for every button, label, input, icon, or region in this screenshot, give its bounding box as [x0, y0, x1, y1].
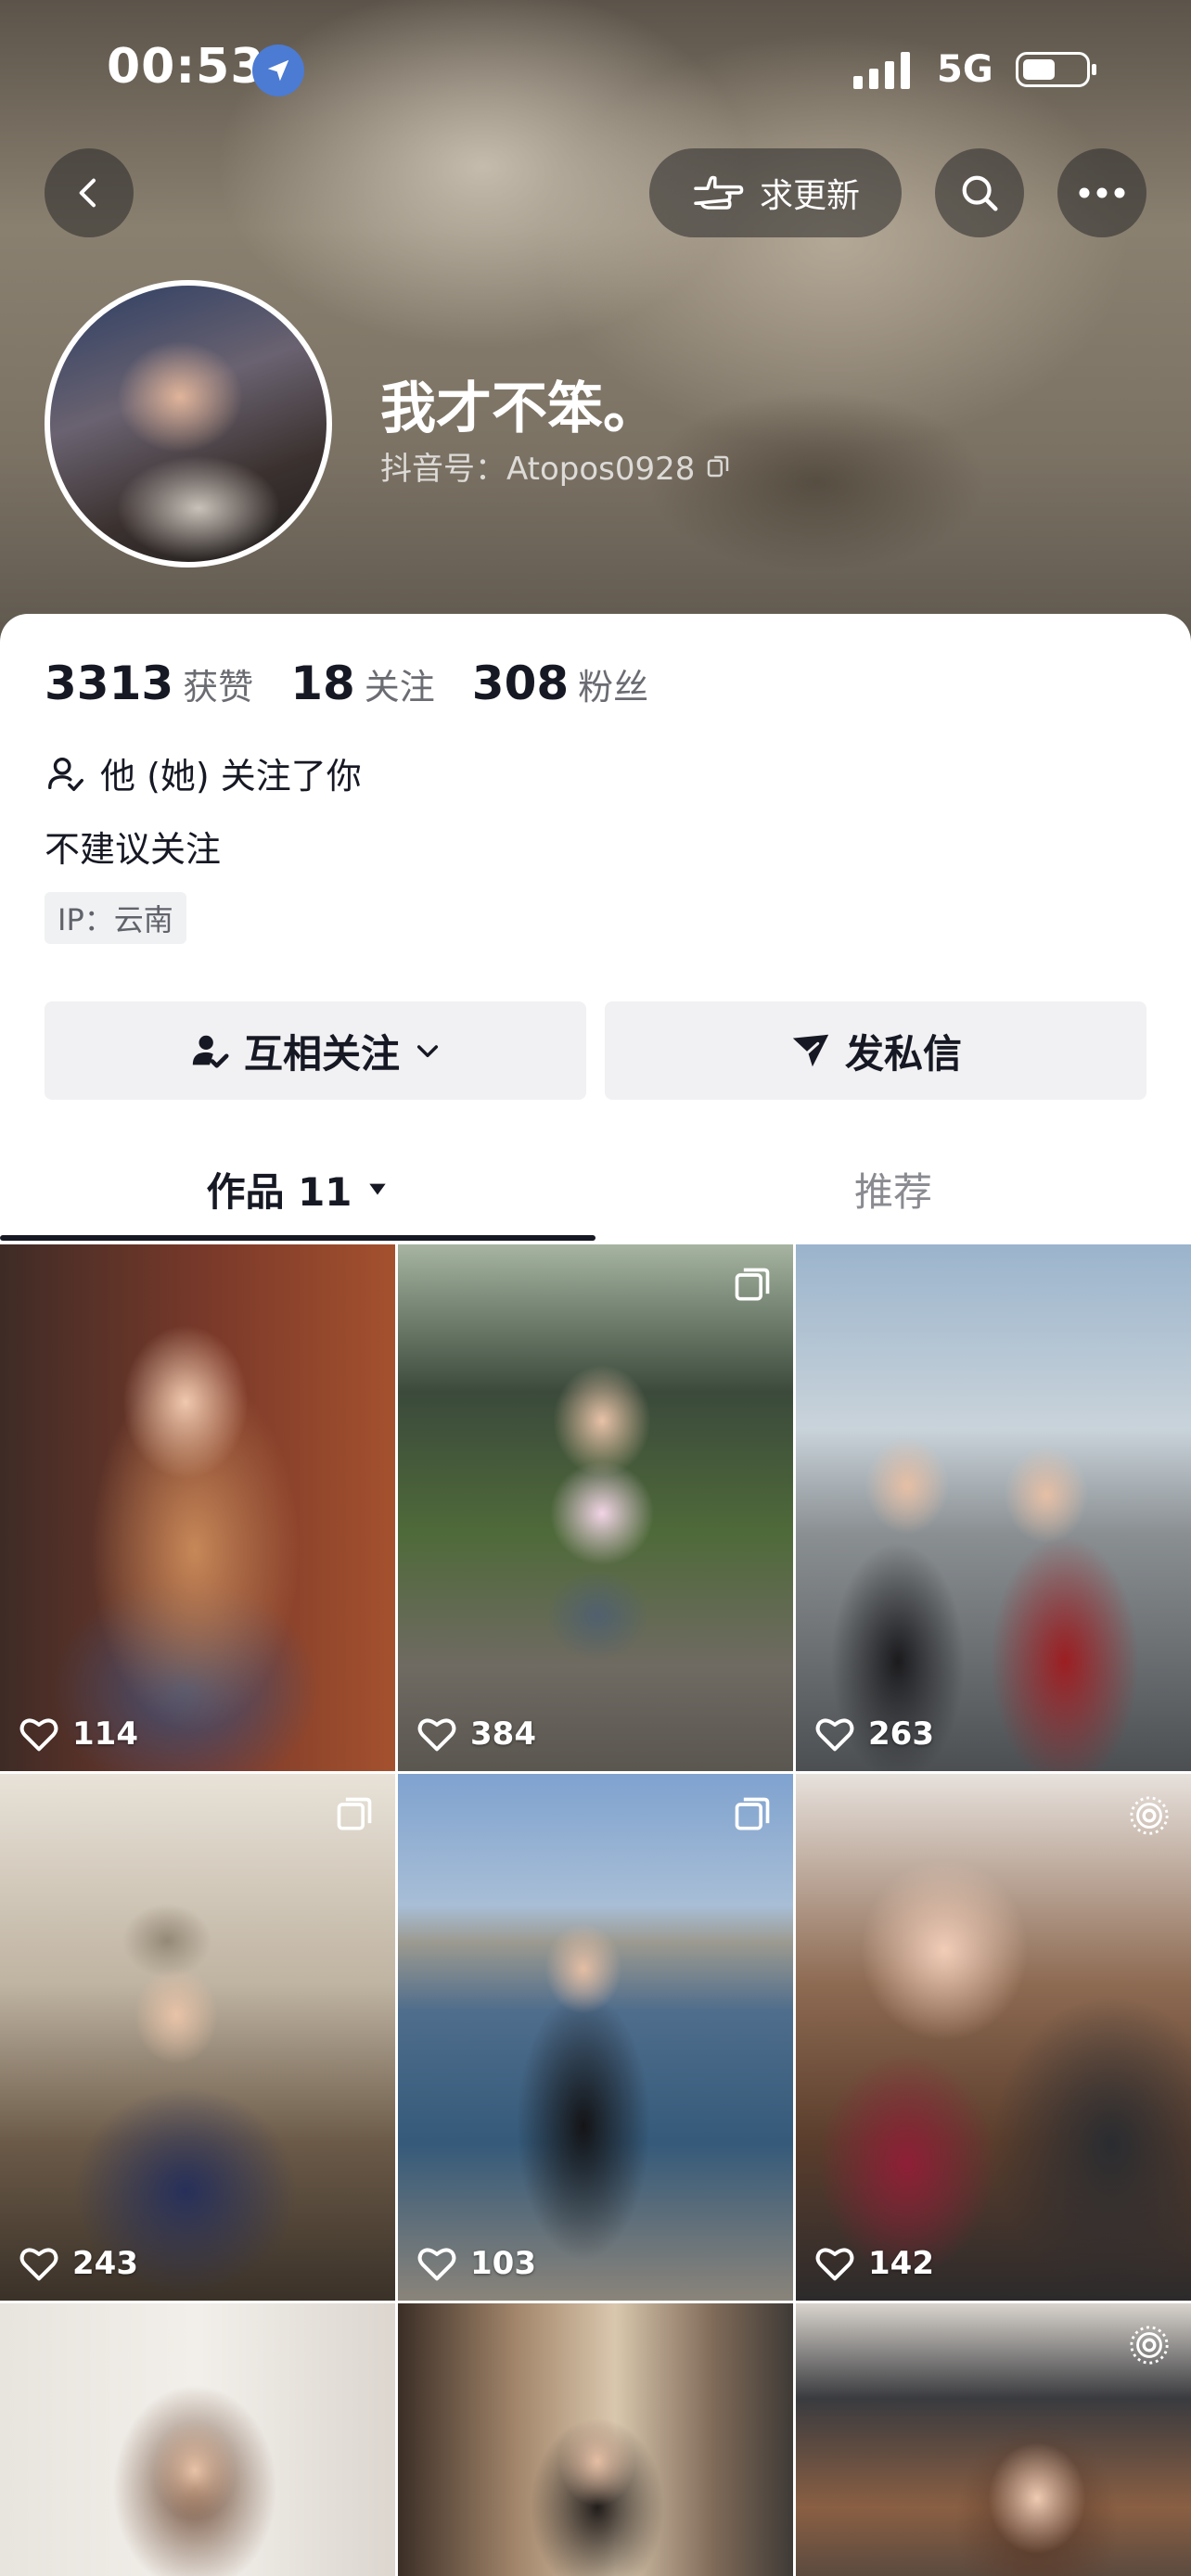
post-thumbnail[interactable] [0, 2303, 395, 2576]
post-likes-count: 142 [868, 2245, 934, 2282]
stat-followers-label: 粉丝 [578, 667, 649, 708]
post-thumbnail[interactable]: 263 [796, 1244, 1191, 1771]
heart-icon [19, 1718, 58, 1752]
heart-icon [417, 1718, 456, 1752]
search-button[interactable] [935, 148, 1024, 237]
status-bar: 00:53 5G [0, 0, 1191, 139]
profile-stats: 3313 获赞 18 关注 308 粉丝 [45, 657, 648, 710]
profile-nickname: 我才不笨。 [380, 376, 659, 441]
tab-recommend[interactable]: 推荐 [596, 1142, 1191, 1235]
douyin-id[interactable]: 抖音号：Atopos0928 [380, 443, 732, 489]
ip-location-tag: IP：云南 [45, 892, 186, 944]
user-check-filled-icon [192, 1035, 229, 1068]
stat-following[interactable]: 18 关注 [290, 657, 435, 710]
request-update-label: 求更新 [759, 177, 860, 215]
more-options-button[interactable] [1057, 148, 1146, 237]
post-thumbnail[interactable] [398, 2303, 793, 2576]
multi-image-icon [735, 1797, 770, 1830]
stat-likes[interactable]: 3313 获赞 [45, 657, 253, 710]
paper-plane-icon [792, 1034, 829, 1067]
request-update-button[interactable]: 求更新 [649, 148, 902, 237]
post-likes-count: 103 [470, 2245, 536, 2282]
heart-icon [19, 2248, 58, 2281]
stat-following-count: 18 [290, 657, 355, 710]
heart-icon [815, 1718, 854, 1752]
post-likes: 103 [416, 2245, 536, 2282]
tab-works-label: 作品 11 [206, 1168, 352, 1215]
post-thumbnail[interactable]: 384 [398, 1244, 793, 1771]
mutual-follow-note: 他 (她) 关注了你 [45, 747, 362, 798]
chevron-down-icon [416, 1045, 439, 1058]
douyin-id-text: 抖音号：Atopos0928 [380, 451, 696, 488]
post-likes-count: 114 [72, 1715, 138, 1753]
mutual-follow-button[interactable]: 互相关注 [45, 1001, 586, 1100]
send-message-button[interactable]: 发私信 [605, 1001, 1146, 1100]
stat-followers-count: 308 [471, 657, 570, 710]
post-likes-count: 243 [72, 2245, 138, 2282]
send-message-label: 发私信 [844, 1030, 962, 1077]
post-likes-count: 384 [470, 1715, 536, 1753]
network-type: 5G [937, 48, 993, 91]
post-thumbnail[interactable]: 103 [398, 1774, 793, 2301]
post-likes: 142 [814, 2245, 934, 2282]
heart-icon [815, 2248, 854, 2281]
chevron-left-icon [79, 178, 96, 208]
battery-icon [1016, 52, 1096, 87]
heart-icon [417, 2248, 456, 2281]
content-tabs: 作品 11 推荐 [0, 1142, 1191, 1243]
post-likes: 263 [814, 1715, 934, 1753]
post-thumbnail[interactable]: 114 [0, 1244, 395, 1771]
multi-image-icon [337, 1797, 372, 1830]
caret-down-icon [368, 1183, 386, 1195]
stat-following-label: 关注 [364, 667, 435, 708]
back-button[interactable] [45, 148, 134, 237]
avatar[interactable] [45, 280, 332, 567]
profile-bio: 不建议关注 [45, 829, 222, 870]
post-thumbnail[interactable] [796, 2303, 1191, 2576]
tab-works[interactable]: 作品 11 [0, 1142, 596, 1235]
post-likes: 384 [416, 1715, 536, 1753]
stat-likes-label: 获赞 [183, 667, 254, 708]
posts-grid: 114 384 263 243 103 142 [0, 1244, 1191, 2576]
copy-icon[interactable] [704, 453, 732, 480]
mutual-follow-label: 互相关注 [243, 1030, 400, 1077]
stat-likes-count: 3313 [45, 657, 174, 710]
stat-followers[interactable]: 308 粉丝 [472, 657, 648, 710]
mutual-follow-text: 他 (她) 关注了你 [100, 756, 362, 797]
post-likes: 114 [19, 1715, 138, 1753]
live-photo-icon [1130, 1796, 1169, 1835]
multi-image-icon [735, 1268, 770, 1301]
more-dots-icon [1079, 187, 1125, 198]
status-time: 00:53 [107, 39, 265, 95]
location-arrow-icon [252, 45, 304, 96]
active-tab-indicator [0, 1235, 596, 1241]
post-likes: 243 [19, 2245, 138, 2282]
post-thumbnail[interactable]: 142 [796, 1774, 1191, 2301]
live-photo-icon [1130, 2326, 1169, 2365]
tab-recommend-label: 推荐 [853, 1168, 932, 1215]
pointing-hand-icon [694, 175, 744, 210]
cellular-signal-icon [853, 48, 910, 89]
user-check-icon [48, 757, 83, 791]
post-thumbnail[interactable]: 243 [0, 1774, 395, 2301]
post-likes-count: 263 [868, 1715, 934, 1753]
search-icon [962, 175, 998, 211]
